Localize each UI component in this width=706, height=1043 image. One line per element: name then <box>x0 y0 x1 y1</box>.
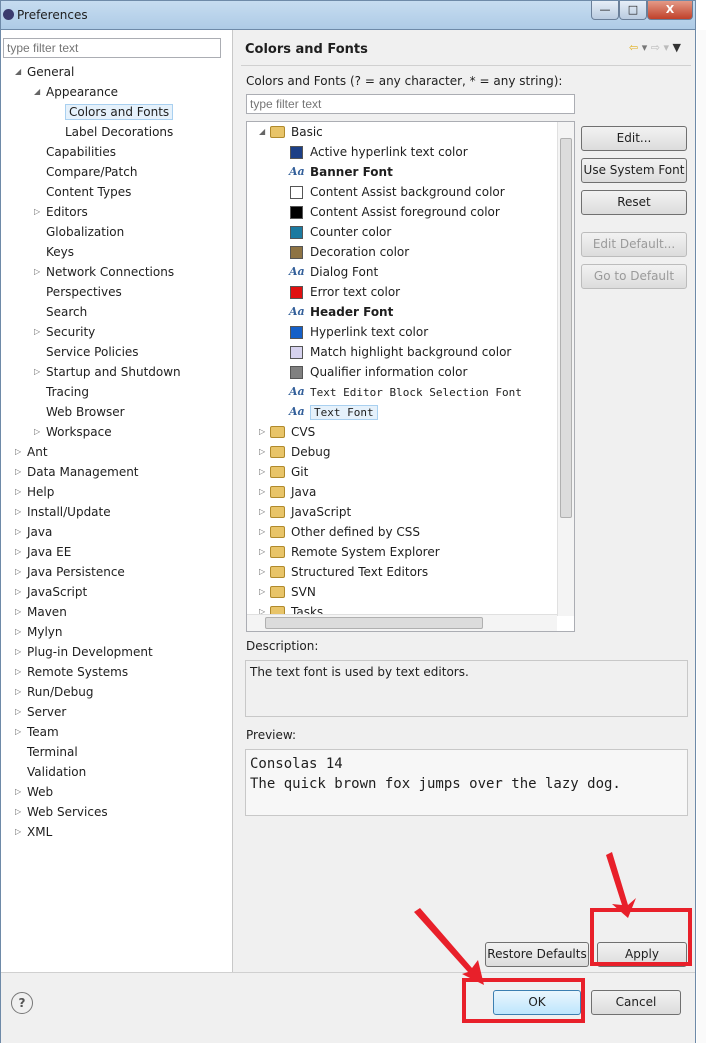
apply-arrow-icon <box>606 852 636 918</box>
annotation-arrows <box>414 852 636 985</box>
ok-arrow-icon <box>414 908 484 985</box>
